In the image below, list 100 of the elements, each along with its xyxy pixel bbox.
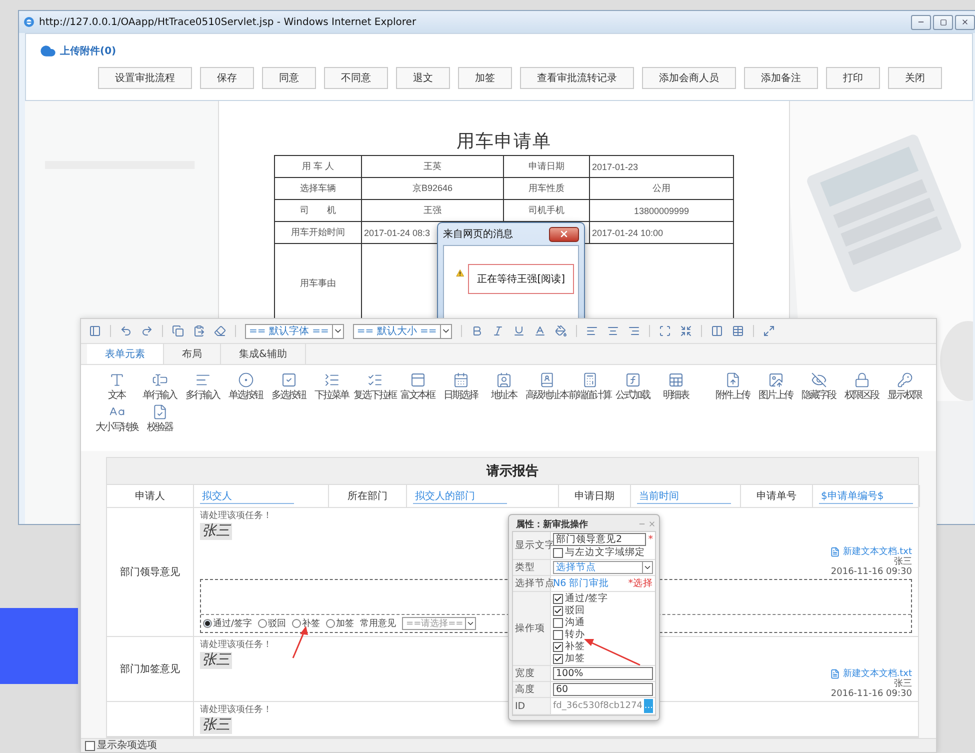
redo-icon[interactable] (141, 325, 153, 337)
minimize-button[interactable] (911, 14, 931, 30)
input-field[interactable]: 当前时间 (637, 488, 731, 504)
action-button[interactable]: 查看审批流转记录 (520, 67, 634, 89)
copy-icon[interactable] (172, 325, 184, 337)
maximize-button[interactable] (933, 14, 953, 30)
palette-item[interactable]: 复选下拉框 (353, 372, 396, 401)
checkbox-option[interactable]: 与左边文字域绑定 (553, 547, 653, 558)
text-input[interactable]: 部门领导意见2 (553, 533, 646, 546)
tab[interactable]: 表单元素 (87, 344, 164, 364)
palette-item[interactable]: 显示权限 (883, 372, 926, 401)
palette-item[interactable]: 附件上传 (711, 372, 754, 401)
checkbox-option[interactable]: 补签 (553, 641, 653, 652)
panel-icon[interactable] (89, 325, 101, 337)
radio-button[interactable] (203, 619, 212, 628)
action-button[interactable]: 加签 (458, 67, 512, 89)
font-color-icon[interactable] (534, 325, 546, 337)
columns-icon[interactable] (710, 325, 723, 337)
text-input[interactable]: 100% (553, 667, 653, 680)
input-field[interactable]: $申请单编号$ (819, 488, 913, 504)
align-right-icon[interactable] (628, 325, 640, 337)
font-select[interactable]: == 默认字体 == (245, 324, 344, 338)
checkbox-option[interactable]: 驳回 (553, 605, 653, 616)
palette-item[interactable]: 权限区段 (840, 372, 883, 401)
attachment-link[interactable]: 新建文本文档.txt (830, 669, 912, 679)
palette-item[interactable]: 地址本 (482, 372, 525, 401)
size-select[interactable]: == 默认大小 == (352, 324, 452, 338)
option-label: 驳回 (268, 618, 286, 630)
text-input[interactable]: 60 (553, 683, 653, 696)
chevron-icon (466, 619, 476, 628)
action-button[interactable]: 关闭 (888, 67, 942, 89)
bold-icon[interactable] (470, 325, 483, 337)
palette-item[interactable]: 下拉菜单 (310, 372, 353, 401)
tab[interactable]: 布局 (164, 344, 221, 364)
table-icon[interactable] (732, 325, 744, 337)
input-field[interactable]: 拟交人的部门 (413, 488, 507, 504)
palette-item[interactable]: 单选按钮 (224, 372, 267, 401)
action-button[interactable]: 退文 (396, 67, 450, 89)
checkbox-option[interactable]: 沟通 (553, 617, 653, 628)
radio-button[interactable] (326, 619, 336, 628)
palette-item[interactable]: 多选按钮 (267, 372, 310, 401)
palette-item[interactable]: 校验器 (138, 404, 181, 433)
shrink-icon[interactable] (680, 325, 692, 337)
checkbox-option[interactable]: 显示杂项选项 (85, 740, 157, 751)
italic-icon[interactable] (492, 325, 504, 337)
fill-color-icon[interactable] (554, 325, 567, 337)
palette-item[interactable]: 单行输入 (138, 372, 181, 401)
palette-item[interactable]: 公式加载 (611, 372, 654, 401)
palette-item[interactable]: 大小写转换 (95, 404, 138, 433)
option-label: 通过/签字 (213, 618, 252, 630)
pointer-arrow (584, 639, 640, 666)
action-button[interactable]: 同意 (262, 67, 316, 89)
close-icon (961, 18, 969, 26)
radio-button[interactable] (292, 619, 302, 628)
expand-frame-icon[interactable] (658, 325, 671, 337)
radio-button[interactable] (258, 619, 268, 628)
palette-item[interactable]: 高级地址本 (525, 372, 568, 401)
property-label: ID (513, 698, 551, 715)
fullscreen-icon[interactable] (762, 325, 775, 337)
type-icon (108, 372, 124, 388)
undo-icon[interactable] (120, 325, 132, 337)
value-cell: 公用 (590, 178, 734, 200)
lock-icon (854, 372, 870, 388)
file-icon (830, 547, 840, 557)
type-select[interactable]: 选择节点 (553, 561, 653, 574)
close-button[interactable] (549, 226, 579, 242)
form-title: 请示报告 (107, 458, 918, 485)
select-link[interactable]: *选择 (628, 577, 653, 590)
input-field[interactable]: 拟交人 (200, 488, 294, 504)
underline-icon[interactable] (512, 325, 525, 337)
attachment-link[interactable]: 新建文本文档.txt (830, 547, 912, 557)
palette-item[interactable]: 明细表 (654, 372, 697, 401)
action-button[interactable]: 不同意 (324, 67, 388, 89)
upload-link[interactable]: 上传附件(0) (60, 44, 116, 58)
paste-icon[interactable] (193, 325, 205, 337)
action-button[interactable]: 保存 (200, 67, 254, 89)
hidden-eye-icon (810, 372, 826, 388)
checkbox-option[interactable]: 加签 (553, 653, 653, 664)
dialog-message: 正在等待王强[阅读] (468, 264, 574, 294)
palette-item[interactable]: 前端值计算 (568, 372, 611, 401)
tab[interactable]: 集成&辅助 (221, 344, 306, 364)
action-button[interactable]: 设置审批流程 (98, 67, 192, 89)
eraser-icon[interactable] (214, 325, 226, 337)
palette-item[interactable]: 图片上传 (754, 372, 797, 401)
palette-item[interactable]: 富文本框 (396, 372, 439, 401)
align-left-icon[interactable] (586, 325, 598, 337)
pointer-arrow (292, 626, 308, 658)
palette-item[interactable]: 隐藏字段 (797, 372, 840, 401)
action-button[interactable]: 打印 (826, 67, 880, 89)
chevron-icon (643, 563, 652, 572)
palette-item[interactable]: 多行输入 (181, 372, 224, 401)
action-button[interactable]: 添加会商人员 (642, 67, 736, 89)
checkbox-option[interactable]: 通过/签字 (553, 593, 653, 604)
palette-item[interactable]: 文本 (95, 372, 138, 401)
task-prompt: 请处理该项任务！ (200, 511, 272, 522)
close-icon (559, 229, 569, 239)
close-icon[interactable] (648, 520, 656, 528)
align-center-icon[interactable] (606, 325, 619, 337)
palette-item[interactable]: 日期选择 (439, 372, 482, 401)
action-button[interactable]: 添加备注 (744, 67, 818, 89)
